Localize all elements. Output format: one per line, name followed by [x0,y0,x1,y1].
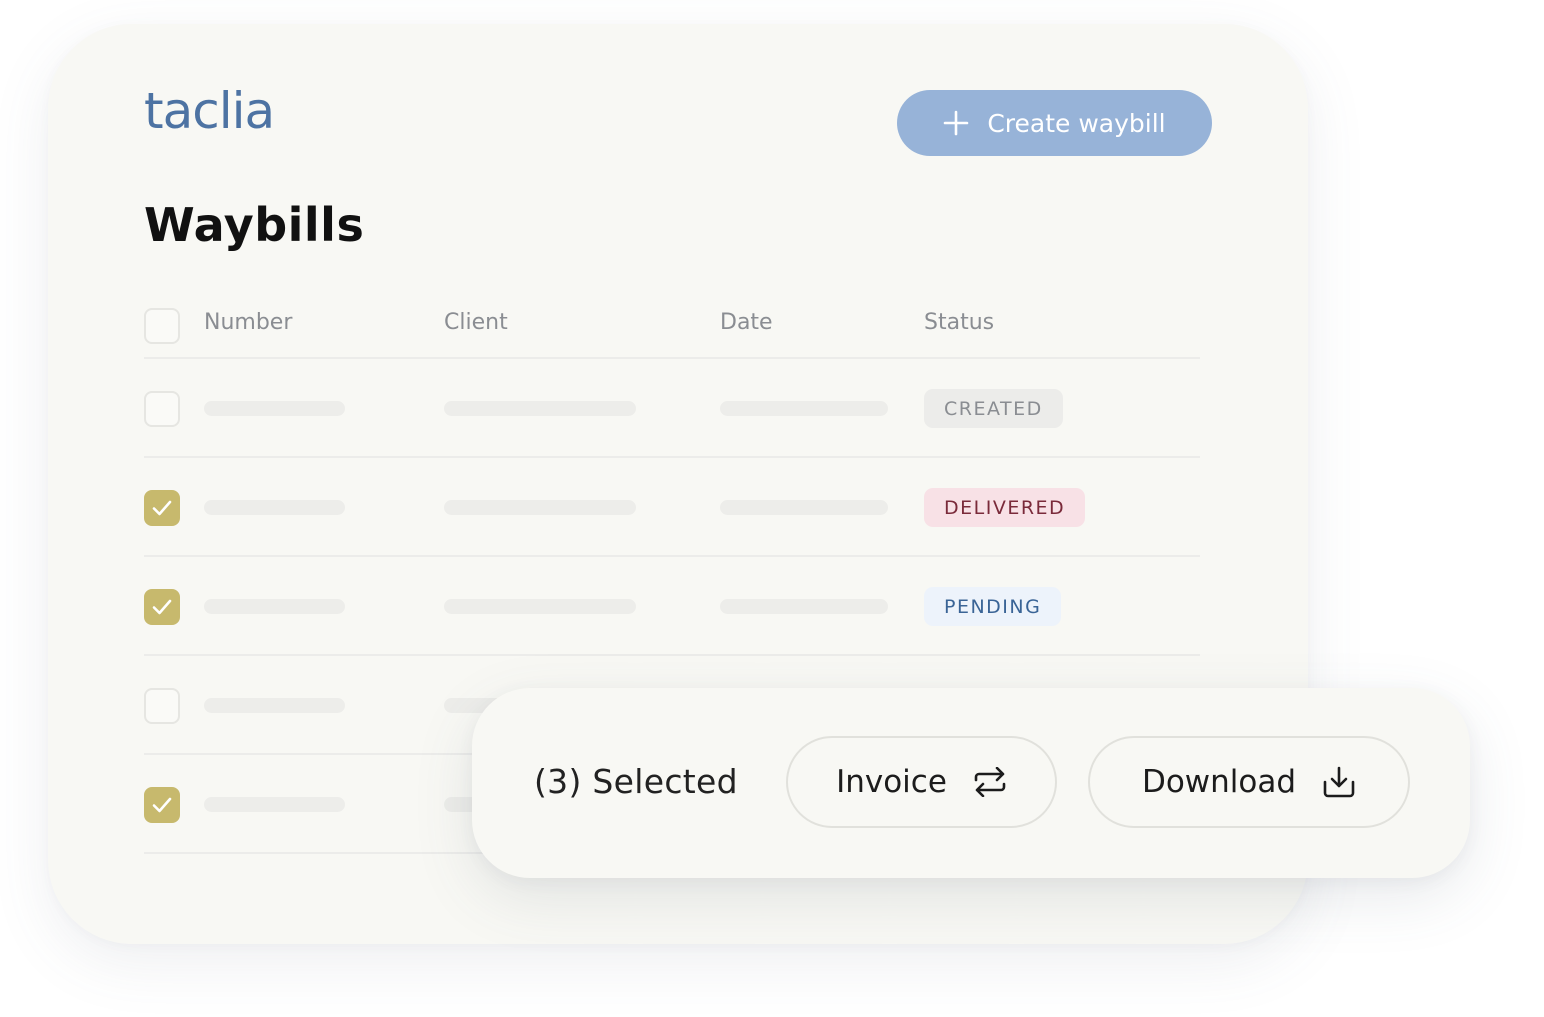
column-header-client: Client [444,310,508,335]
row-checkbox[interactable] [144,688,180,724]
download-button-label: Download [1141,764,1297,800]
check-icon [152,500,172,516]
table-row[interactable]: DELIVERED [144,458,1200,557]
brand-logo: taclia [144,82,275,140]
invoice-button-label: Invoice [836,764,947,800]
status-badge: DELIVERED [924,488,1086,527]
client-placeholder [444,500,636,515]
download-tray-icon [1322,766,1356,798]
download-button[interactable]: Download [1088,736,1410,828]
client-placeholder [444,599,636,614]
status-badge: CREATED [924,389,1063,428]
date-placeholder [720,500,888,515]
create-waybill-button[interactable]: Create waybill [897,90,1212,156]
create-waybill-label: Create waybill [987,108,1166,138]
row-checkbox[interactable] [144,589,180,625]
number-placeholder [204,797,345,812]
stage: taclia Create waybill Waybills Number Cl… [0,0,1544,1017]
number-placeholder [204,401,345,416]
number-placeholder [204,698,345,713]
number-placeholder [204,599,345,614]
column-header-date: Date [720,310,773,335]
table-row[interactable]: CREATED [144,359,1200,458]
column-header-status: Status [924,310,995,335]
client-placeholder [444,401,636,416]
swap-arrows-icon [973,767,1007,797]
selected-count-label: (3) Selected [534,762,738,801]
selection-action-bar: (3) Selected Invoice Download [472,688,1470,878]
row-checkbox[interactable] [144,391,180,427]
select-all-checkbox[interactable] [144,308,180,344]
column-header-number: Number [204,310,293,335]
date-placeholder [720,599,888,614]
table-row[interactable]: PENDING [144,557,1200,656]
date-placeholder [720,401,888,416]
table-header-row: Number Client Date Status [144,308,1200,359]
check-icon [152,797,172,813]
status-badge: PENDING [924,587,1062,626]
invoice-button[interactable]: Invoice [786,736,1057,828]
check-icon [152,599,172,615]
page-title: Waybills [144,198,365,252]
plus-icon [943,110,969,136]
row-checkbox[interactable] [144,490,180,526]
row-checkbox[interactable] [144,787,180,823]
number-placeholder [204,500,345,515]
